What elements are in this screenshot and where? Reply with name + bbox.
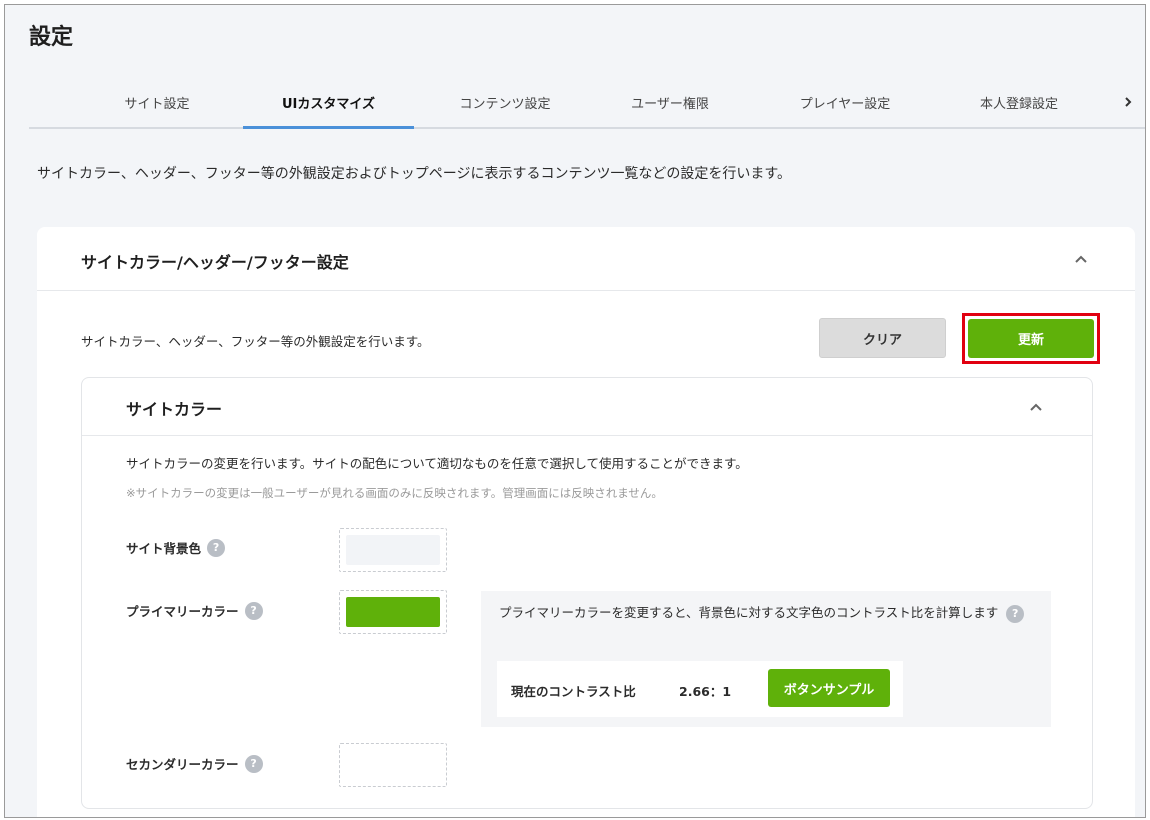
button-sample[interactable]: ボタンサンプル	[768, 669, 890, 707]
clear-button[interactable]: クリア	[819, 318, 946, 358]
chevron-right-icon[interactable]	[1113, 77, 1143, 127]
card-title: サイトカラー/ヘッダー/フッター設定	[81, 253, 349, 272]
tab-content-settings[interactable]: コンテンツ設定	[435, 77, 575, 127]
help-icon[interactable]: ?	[244, 754, 263, 773]
chevron-up-icon[interactable]	[1024, 395, 1048, 419]
help-icon[interactable]: ?	[207, 538, 226, 557]
contrast-panel: プライマリーカラーを変更すると、背景色に対する文字色のコントラスト比を計算します…	[481, 591, 1051, 727]
help-icon[interactable]: ?	[1006, 604, 1025, 623]
primary-color-label-text: プライマリーカラー	[126, 604, 239, 619]
contrast-ratio-label: 現在のコントラスト比	[511, 684, 636, 699]
primary-color-swatch	[346, 597, 440, 627]
site-color-note: ※サイトカラーの変更は一般ユーザーが見れる画面のみに反映されます。管理画面には反…	[126, 486, 663, 500]
page-title: 設定	[29, 25, 74, 50]
primary-color-label: プライマリーカラー ?	[126, 601, 263, 620]
page-description: サイトカラー、ヘッダー、フッター等の外観設定およびトップページに表示するコンテン…	[37, 166, 792, 182]
contrast-description: プライマリーカラーを変更すると、背景色に対する文字色のコントラスト比を計算します…	[499, 601, 1039, 625]
chevron-up-icon[interactable]	[1069, 247, 1093, 271]
site-background-swatch	[346, 535, 440, 565]
secondary-color-label-text: セカンダリーカラー	[126, 757, 239, 772]
site-background-label-text: サイト背景色	[126, 541, 202, 556]
card-description: サイトカラー、ヘッダー、フッター等の外観設定を行います。	[81, 334, 430, 349]
secondary-color-label: セカンダリーカラー ?	[126, 754, 263, 773]
tab-ui-customize[interactable]: UIカスタマイズ	[243, 77, 414, 129]
appearance-settings-card: サイトカラー/ヘッダー/フッター設定 サイトカラー、ヘッダー、フッター等の外観設…	[37, 227, 1135, 817]
tab-identity-settings[interactable]: 本人登録設定	[949, 77, 1089, 127]
tab-site-settings[interactable]: サイト設定	[97, 77, 217, 127]
secondary-color-picker[interactable]	[339, 743, 447, 787]
contrast-result: 現在のコントラスト比 2.66：1 ボタンサンプル	[497, 661, 903, 717]
contrast-ratio-value: 2.66：1	[679, 684, 732, 699]
settings-window: 設定 サイト設定 UIカスタマイズ コンテンツ設定 ユーザー権限 プレイヤー設定…	[4, 4, 1146, 818]
update-button[interactable]: 更新	[968, 319, 1094, 358]
card-header: サイトカラー/ヘッダー/フッター設定	[37, 227, 1135, 291]
primary-color-picker[interactable]	[339, 590, 447, 634]
secondary-color-swatch	[346, 750, 440, 780]
site-color-header: サイトカラー	[82, 378, 1092, 436]
site-color-description: サイトカラーの変更を行います。サイトの配色について適切なものを任意で選択して使用…	[126, 456, 748, 471]
site-color-card: サイトカラー サイトカラーの変更を行います。サイトの配色について適切なものを任意…	[81, 377, 1093, 809]
help-icon[interactable]: ?	[244, 601, 263, 620]
site-background-label: サイト背景色 ?	[126, 538, 226, 557]
contrast-description-text: プライマリーカラーを変更すると、背景色に対する文字色のコントラスト比を計算します	[499, 605, 999, 620]
site-color-title: サイトカラー	[126, 400, 223, 419]
tab-user-permissions[interactable]: ユーザー権限	[605, 77, 735, 127]
tab-bar: サイト設定 UIカスタマイズ コンテンツ設定 ユーザー権限 プレイヤー設定 本人…	[29, 77, 1145, 129]
site-background-picker[interactable]	[339, 528, 447, 572]
tab-player-settings[interactable]: プレイヤー設定	[775, 77, 915, 127]
